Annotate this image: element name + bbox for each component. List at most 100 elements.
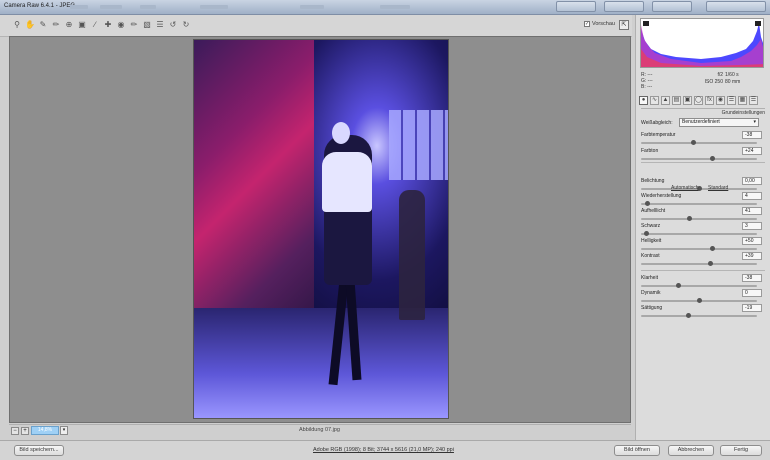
slider-thumb[interactable]: [708, 261, 713, 266]
graduated-filter-icon[interactable]: ▧: [142, 20, 152, 30]
slider-value-field[interactable]: -38: [742, 131, 762, 139]
tab-snapshots-icon[interactable]: ▦: [738, 96, 747, 105]
slider-row: Farbton +24: [641, 147, 765, 163]
color-sampler-icon[interactable]: ✏: [51, 20, 61, 30]
open-image-button[interactable]: Bild öffnen: [614, 445, 660, 456]
preview-label: Vorschau: [592, 21, 615, 27]
save-image-button[interactable]: Bild speichern...: [14, 445, 64, 456]
slider-thumb[interactable]: [687, 216, 692, 221]
tab-presets-icon[interactable]: ☰: [727, 96, 736, 105]
fullscreen-icon[interactable]: ⇱: [619, 20, 629, 30]
slider-thumb[interactable]: [710, 246, 715, 251]
slider-value-field[interactable]: 3: [742, 222, 762, 230]
slider-thumb[interactable]: [697, 298, 702, 303]
shadow-clip-indicator[interactable]: [643, 21, 649, 26]
target-adjust-icon[interactable]: ⊕: [64, 20, 74, 30]
slider-track[interactable]: [641, 218, 757, 220]
chevron-down-icon: ▾: [753, 119, 756, 125]
slider-track[interactable]: [641, 263, 757, 265]
window-title: Camera Raw 6.4.1 - JPEG: [4, 3, 76, 9]
background-figure-shape: [399, 190, 425, 320]
eyedropper-icon[interactable]: ✎: [38, 20, 48, 30]
slider-track[interactable]: [641, 203, 757, 205]
window-control-button[interactable]: [652, 1, 692, 12]
window-close-button[interactable]: [706, 1, 766, 12]
slider-thumb[interactable]: [686, 313, 691, 318]
slider-value-field[interactable]: 4: [742, 192, 762, 200]
slider-thumb[interactable]: [710, 156, 715, 161]
model-blouse-shape: [322, 152, 372, 212]
slider-value-field[interactable]: +39: [742, 252, 762, 260]
menu-placeholder: [100, 5, 122, 9]
slider-thumb[interactable]: [676, 283, 681, 288]
tab-effects-icon[interactable]: fx: [705, 96, 714, 105]
auto-default-links: Automatisch Standard: [641, 185, 765, 193]
window-control-button[interactable]: [604, 1, 644, 12]
cancel-button[interactable]: Abbrechen: [668, 445, 714, 456]
slider-label: Klarheit: [641, 275, 658, 281]
slider-value-field[interactable]: +24: [742, 147, 762, 155]
slider-value-field[interactable]: 0: [742, 289, 762, 297]
default-link[interactable]: Standard: [708, 185, 728, 191]
slider-track[interactable]: [641, 285, 757, 287]
straighten-icon[interactable]: ∕: [90, 20, 100, 30]
title-bar: Camera Raw 6.4.1 - JPEG: [0, 0, 770, 15]
done-button[interactable]: Fertig: [720, 445, 762, 456]
slider-value-field[interactable]: -38: [742, 274, 762, 282]
crop-icon[interactable]: ▣: [77, 20, 87, 30]
file-name: Abbildung 07.jpg: [299, 427, 340, 433]
slider-track[interactable]: [641, 248, 757, 250]
slider-track[interactable]: [641, 158, 757, 160]
zoom-out-button[interactable]: −: [11, 427, 19, 435]
slider-value-field[interactable]: -19: [742, 304, 762, 312]
panel-menu-icon[interactable]: ☰: [749, 96, 758, 105]
toolbar: ⚲ ✋ ✎ ✏ ⊕ ▣ ∕ ✚ ◉ ✏ ▧ ☰ ↺ ↻ ✓ Vorschau ⇱: [0, 15, 632, 37]
preview-checkbox[interactable]: ✓: [584, 21, 590, 27]
tab-split-toning-icon[interactable]: ▣: [683, 96, 692, 105]
slider-thumb[interactable]: [644, 231, 649, 236]
slider-track[interactable]: [641, 315, 757, 317]
preview-toggle[interactable]: ✓ Vorschau: [584, 21, 615, 27]
slider-label: Dynamik: [641, 290, 661, 296]
slider-row: Wiederherstellung 4: [641, 192, 765, 208]
white-balance-row: Weißabgleich: Benutzerdefiniert ▾: [641, 118, 765, 128]
slider-value-field[interactable]: 0,00: [742, 177, 762, 185]
auto-link[interactable]: Automatisch: [671, 185, 699, 191]
slider-label: Aufhelllicht: [641, 208, 666, 214]
adjustment-brush-icon[interactable]: ✏: [129, 20, 139, 30]
slider-value-field[interactable]: 41: [742, 207, 762, 215]
tab-tone-curve-icon[interactable]: ∿: [650, 96, 659, 105]
tab-detail-icon[interactable]: ▲: [661, 96, 670, 105]
slider-label: Farbton: [641, 148, 659, 154]
slider-thumb[interactable]: [691, 140, 696, 145]
tab-camera-calibration-icon[interactable]: ◉: [716, 96, 725, 105]
slider-row: Sättigung -19: [641, 304, 765, 320]
histogram: [640, 18, 764, 68]
slider-label: Schwarz: [641, 223, 661, 229]
preferences-icon[interactable]: ☰: [155, 20, 165, 30]
zoom-dropdown-button[interactable]: ▾: [60, 426, 68, 435]
rotate-cw-icon[interactable]: ↻: [181, 20, 191, 30]
slider-track[interactable]: [641, 142, 757, 144]
slider-thumb[interactable]: [645, 201, 650, 206]
red-eye-icon[interactable]: ◉: [116, 20, 126, 30]
tab-basic-icon[interactable]: ●: [639, 96, 648, 105]
zoom-icon[interactable]: ⚲: [12, 20, 22, 30]
slider-label: Helligkeit: [641, 238, 662, 244]
tab-lens-icon[interactable]: ◯: [694, 96, 703, 105]
highlight-clip-indicator[interactable]: [755, 21, 761, 26]
rotate-ccw-icon[interactable]: ↺: [168, 20, 178, 30]
bottom-bar: Bild speichern... Adobe RGB (1998); 8 Bi…: [0, 440, 770, 460]
slider-track[interactable]: [641, 233, 757, 235]
image-canvas[interactable]: [9, 36, 631, 423]
menu-placeholder: [70, 5, 88, 9]
white-balance-select[interactable]: Benutzerdefiniert ▾: [679, 118, 759, 127]
zoom-in-button[interactable]: +: [21, 427, 29, 435]
hand-icon[interactable]: ✋: [25, 20, 35, 30]
spot-removal-icon[interactable]: ✚: [103, 20, 113, 30]
zoom-level-field[interactable]: 14,8%: [31, 426, 59, 435]
slider-value-field[interactable]: +50: [742, 237, 762, 245]
tab-hsl-icon[interactable]: ▤: [672, 96, 681, 105]
workflow-options-link[interactable]: Adobe RGB (1998); 8 Bit; 3744 x 5616 (21…: [313, 447, 454, 453]
window-control-button[interactable]: [556, 1, 596, 12]
